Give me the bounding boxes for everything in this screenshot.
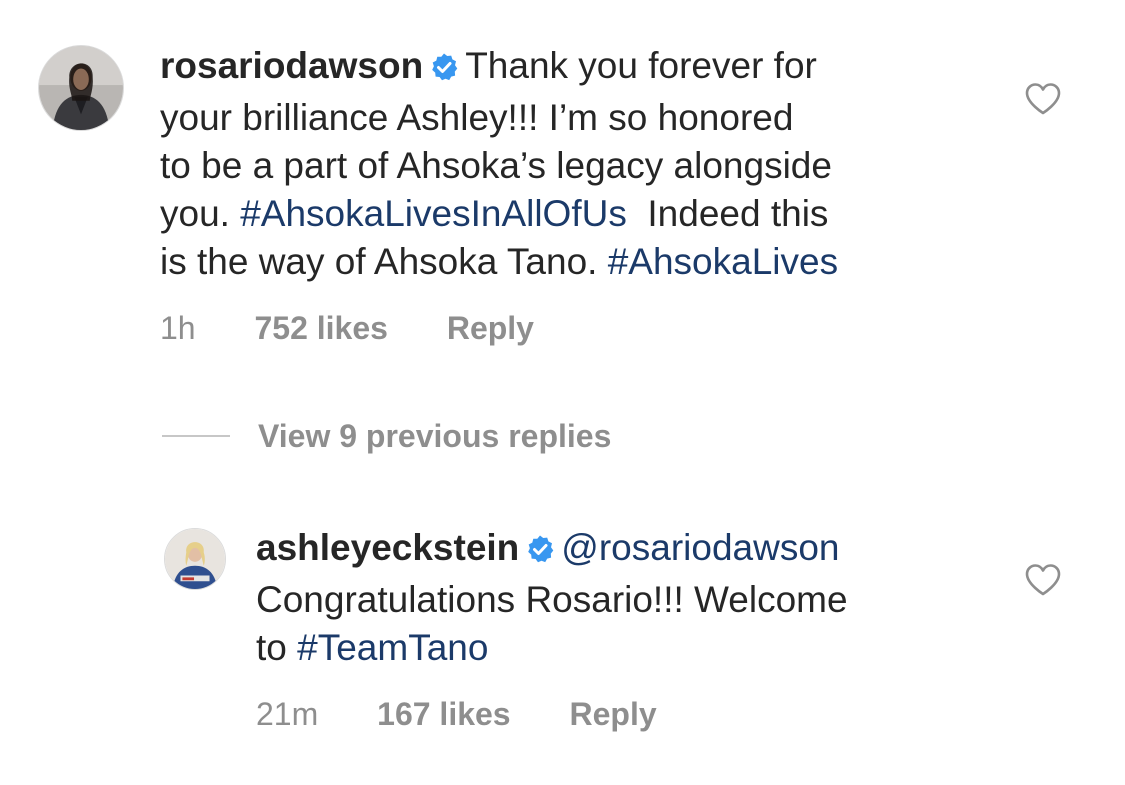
comment-line-3: to be a part of Ahsoka’s legacy alongsid… <box>160 145 832 186</box>
hashtag-link[interactable]: #AhsokaLives <box>608 241 838 282</box>
replies-divider <box>162 435 230 437</box>
comment-line-4-prefix: you. <box>160 193 241 234</box>
comment-line-5-prefix: is the way of Ahsoka Tano. <box>160 241 608 282</box>
verified-badge-icon <box>429 46 459 94</box>
comment-likes-count[interactable]: 752 likes <box>254 308 387 348</box>
reply-line-3-prefix: to <box>256 627 298 668</box>
reply-timestamp: 21m <box>256 696 319 732</box>
view-previous-replies-button[interactable]: View 9 previous replies <box>162 416 611 456</box>
hashtag-link[interactable]: #AhsokaLivesInAllOfUs <box>240 193 627 234</box>
reply-likes-count[interactable]: 167 likes <box>377 694 510 734</box>
reply-text: ashleyeckstein @rosariodawson Congratulat… <box>256 524 848 672</box>
reply-reply-button[interactable]: Reply <box>569 694 656 734</box>
comment-timestamp: 1h <box>160 310 196 346</box>
comment-meta: 1h 752 likes Reply <box>160 308 534 348</box>
comment-username[interactable]: rosariodawson <box>160 45 423 86</box>
comment-reply-button[interactable]: Reply <box>447 308 534 348</box>
hashtag-link[interactable]: #TeamTano <box>297 627 488 668</box>
view-previous-replies-label: View 9 previous replies <box>258 417 612 454</box>
like-heart-icon[interactable] <box>1024 563 1062 597</box>
reply-meta: 21m 167 likes Reply <box>256 694 657 734</box>
like-heart-icon[interactable] <box>1024 82 1062 116</box>
avatar-ashleyeckstein[interactable] <box>164 528 226 590</box>
avatar-rosariodawson[interactable] <box>38 45 124 131</box>
comment-line-1: Thank you forever for <box>465 45 817 86</box>
comment-text: rosariodawson Thank you forever for your … <box>160 42 838 286</box>
comment-line-2: your brilliance Ashley!!! I’m so honored <box>160 97 794 138</box>
mention-link[interactable]: @rosariodawson <box>561 527 839 568</box>
reply-username[interactable]: ashleyeckstein <box>256 527 519 568</box>
comment-line-4-suffix: Indeed this <box>626 193 829 234</box>
reply-line-2: Congratulations Rosario!!! Welcome <box>256 579 848 620</box>
verified-badge-icon <box>525 528 555 576</box>
